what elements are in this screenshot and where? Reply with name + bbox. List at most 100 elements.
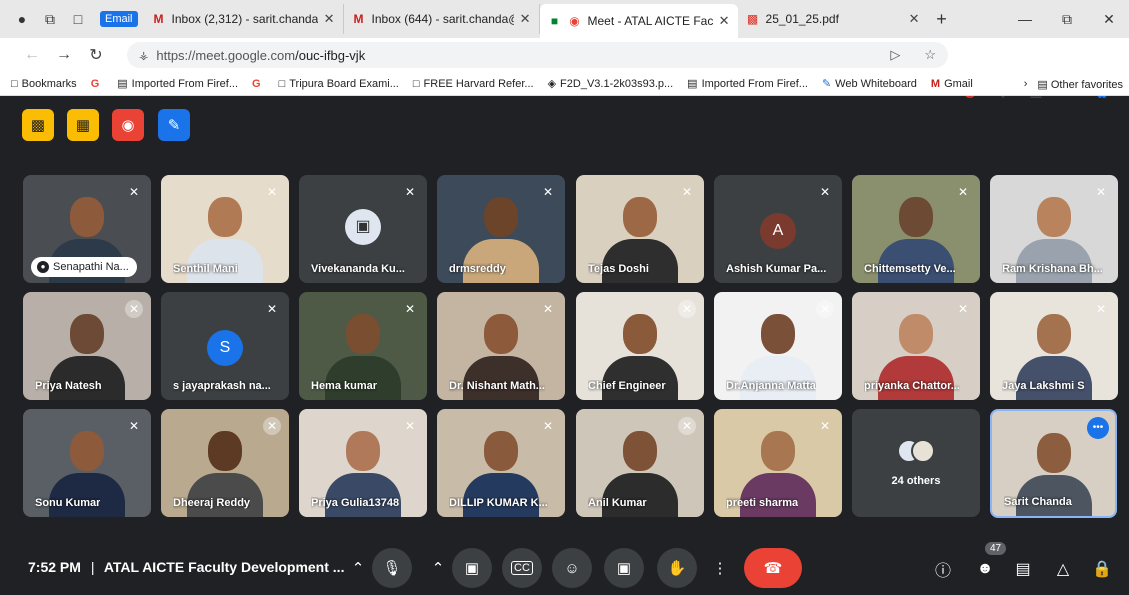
bookmark-item[interactable]: M Gmail xyxy=(924,78,980,90)
bookmark-item[interactable]: ◈ F2D_V3.1-2k03s93.p... xyxy=(541,77,681,91)
captions-button[interactable]: CC xyxy=(502,548,542,588)
participant-tile[interactable]: ✕ Chief Engineer xyxy=(576,292,704,400)
host-controls-lock-icon[interactable]: 🔒 xyxy=(1090,557,1114,581)
participant-name: DILLIP KUMAR K... xyxy=(449,497,548,509)
screen-cast-icon[interactable]: ▷ xyxy=(890,47,900,63)
site-info-icon[interactable]: ⚶ xyxy=(139,49,148,62)
new-tab-icon[interactable]: + xyxy=(928,0,956,38)
activities-icon[interactable]: △ xyxy=(1051,557,1075,581)
close-icon[interactable]: ✕ xyxy=(520,11,531,27)
address-bar-row: ← → ↻ ⚶ https://meet.google.com/ouc-ifbg… xyxy=(0,38,1129,102)
participant-tile[interactable]: ✕ Dr. Nishant Math... xyxy=(437,292,565,400)
bookmark-item[interactable]: □ Bookmarks xyxy=(4,78,84,90)
notes-edit-icon[interactable]: ✎ xyxy=(158,109,190,141)
participant-tile[interactable]: ✕ ● Senapathi Na... xyxy=(23,175,151,283)
chevron-right-icon[interactable]: › xyxy=(1024,78,1028,90)
other-favorites[interactable]: ▤ Other favorites xyxy=(1037,78,1123,91)
present-button[interactable]: ▣ xyxy=(604,548,644,588)
participant-head xyxy=(484,431,518,471)
bookmark-item[interactable]: ▤ Imported From Firef... xyxy=(680,77,815,91)
participant-name: Sonu Kumar xyxy=(35,497,101,509)
participant-tile[interactable]: ✕ Jaya Lakshmi S xyxy=(990,292,1118,400)
reload-icon[interactable]: ↻ xyxy=(80,38,112,72)
raise-hand-button[interactable]: ✋ xyxy=(657,548,697,588)
closed-caption-off-tool-icon[interactable]: ▩ xyxy=(22,109,54,141)
participant-tile[interactable]: ✕ Anil Kumar xyxy=(576,409,704,517)
close-window-icon[interactable]: ✕ xyxy=(1089,0,1129,38)
building-tool-icon[interactable]: ▦ xyxy=(67,109,99,141)
close-icon[interactable]: ✕ xyxy=(909,11,920,27)
bookmark-item[interactable]: G xyxy=(84,78,111,90)
captions-icon: CC xyxy=(511,561,533,575)
leave-call-button[interactable]: ☎ xyxy=(744,548,802,588)
tab-google-meet[interactable]: ■ ◉ Meet - ATAL AICTE Faculty D ✕ xyxy=(539,4,738,38)
participant-tile[interactable]: ✕ Senthil Mani xyxy=(161,175,289,283)
participant-tile[interactable]: ✕ Dheeraj Reddy xyxy=(161,409,289,517)
google-icon: G xyxy=(90,77,100,90)
participant-tile[interactable]: ✕ Ram Krishana Bh... xyxy=(990,175,1118,283)
participant-tile[interactable]: ✕ preeti sharma xyxy=(714,409,842,517)
microphone-button[interactable]: 🎙 xyxy=(372,548,412,588)
record-icon[interactable]: ◉ xyxy=(112,109,144,141)
profile-avatar-icon[interactable]: ● xyxy=(8,0,36,38)
bookmark-item[interactable]: ▤ Imported From Firef... xyxy=(110,77,245,91)
audio-options-chevron-icon[interactable]: ⌃ xyxy=(344,548,372,588)
tab-actions-icon[interactable]: □ xyxy=(64,0,92,38)
participant-tile[interactable]: ✕ Priya Gulia13748 xyxy=(299,409,427,517)
participant-tile[interactable]: ✕ Chittemsetty Ve... xyxy=(852,175,980,283)
participant-tile[interactable]: ▣ ✕ Vivekananda Ku... xyxy=(299,175,427,283)
mic-muted-icon: ✕ xyxy=(681,185,693,199)
bookmark-item[interactable]: □ FREE Harvard Refer... xyxy=(406,78,541,90)
self-video-tile[interactable]: ••• Sarit Chanda xyxy=(990,409,1117,518)
participant-tile[interactable]: ✕ DILLIP KUMAR K... xyxy=(437,409,565,517)
folder-icon: ▤ xyxy=(687,78,698,90)
participant-tile[interactable]: S ✕ s jayaprakash na... xyxy=(161,292,289,400)
back-icon[interactable]: ← xyxy=(16,38,48,72)
reactions-button[interactable]: ☺ xyxy=(552,548,592,588)
email-tab-group-chip[interactable]: Email xyxy=(100,11,138,27)
participant-tile[interactable]: ✕ Priya Natesh xyxy=(23,292,151,400)
close-icon[interactable]: ✕ xyxy=(324,11,335,27)
participant-name: Tejas Doshi xyxy=(588,263,649,275)
camera-button[interactable]: ▣ xyxy=(452,548,492,588)
bookmark-item[interactable]: □ Tripura Board Exami... xyxy=(272,78,406,90)
participant-head xyxy=(70,314,104,354)
more-options-button[interactable]: ⋮ xyxy=(706,548,734,588)
participant-tile[interactable]: ✕ Dr.Anjanna Matta xyxy=(714,292,842,400)
favorite-star-icon[interactable]: ☆ xyxy=(924,47,936,63)
separator: | xyxy=(90,559,95,575)
gmail-icon: M xyxy=(153,12,164,26)
participant-body xyxy=(602,356,678,400)
participant-tile[interactable]: ✕ Hema kumar xyxy=(299,292,427,400)
hang-up-icon: ☎ xyxy=(763,560,783,577)
meeting-details-icon[interactable]: ⓘ xyxy=(931,557,955,581)
tab-gmail-inbox-1[interactable]: M Inbox (2,312) - sarit.chanda@gma ✕ xyxy=(144,4,344,34)
meeting-title: ATAL AICTE Faculty Development ... xyxy=(103,559,345,575)
bookmark-item[interactable]: G xyxy=(245,78,272,90)
people-icon[interactable]: ☻ xyxy=(973,557,997,581)
participant-tile[interactable]: ✕ drmsreddy xyxy=(437,175,565,283)
bookmark-item[interactable]: ✎ Web Whiteboard xyxy=(815,77,924,91)
minimize-icon[interactable]: — xyxy=(1005,0,1045,38)
participant-tile[interactable]: ✕ Tejas Doshi xyxy=(576,175,704,283)
participant-body xyxy=(187,239,263,283)
participant-tile[interactable]: ✕ Sonu Kumar xyxy=(23,409,151,517)
tab-pdf[interactable]: ▩ 25_01_25.pdf ✕ xyxy=(738,4,928,34)
participant-tile[interactable]: A ✕ Ashish Kumar Pa... xyxy=(714,175,842,283)
participant-head xyxy=(70,197,104,237)
participant-body xyxy=(1016,356,1092,400)
others-tile[interactable]: 24 others xyxy=(852,409,980,517)
close-icon[interactable]: ✕ xyxy=(719,13,730,29)
participant-head xyxy=(1036,433,1071,473)
workspaces-icon[interactable]: ⧉ xyxy=(36,0,64,38)
url-bar[interactable]: ⚶ https://meet.google.com/ouc-ifbg-vjk ▷… xyxy=(127,42,948,68)
tab-gmail-inbox-2[interactable]: M Inbox (644) - sarit.chanda@ifhein ✕ xyxy=(344,4,540,34)
restore-icon[interactable]: ⧉ xyxy=(1047,0,1087,38)
tab-title: 25_01_25.pdf xyxy=(765,12,839,26)
participant-name: Vivekananda Ku... xyxy=(311,263,405,275)
meeting-control-bar: 7:52 PM | ATAL AICTE Faculty Development… xyxy=(0,540,1129,595)
video-options-chevron-icon[interactable]: ⌃ xyxy=(424,548,452,588)
forward-icon[interactable]: → xyxy=(48,38,80,72)
participant-tile[interactable]: ✕ priyanka Chattor... xyxy=(852,292,980,400)
chat-icon[interactable]: ▤ xyxy=(1011,557,1035,581)
